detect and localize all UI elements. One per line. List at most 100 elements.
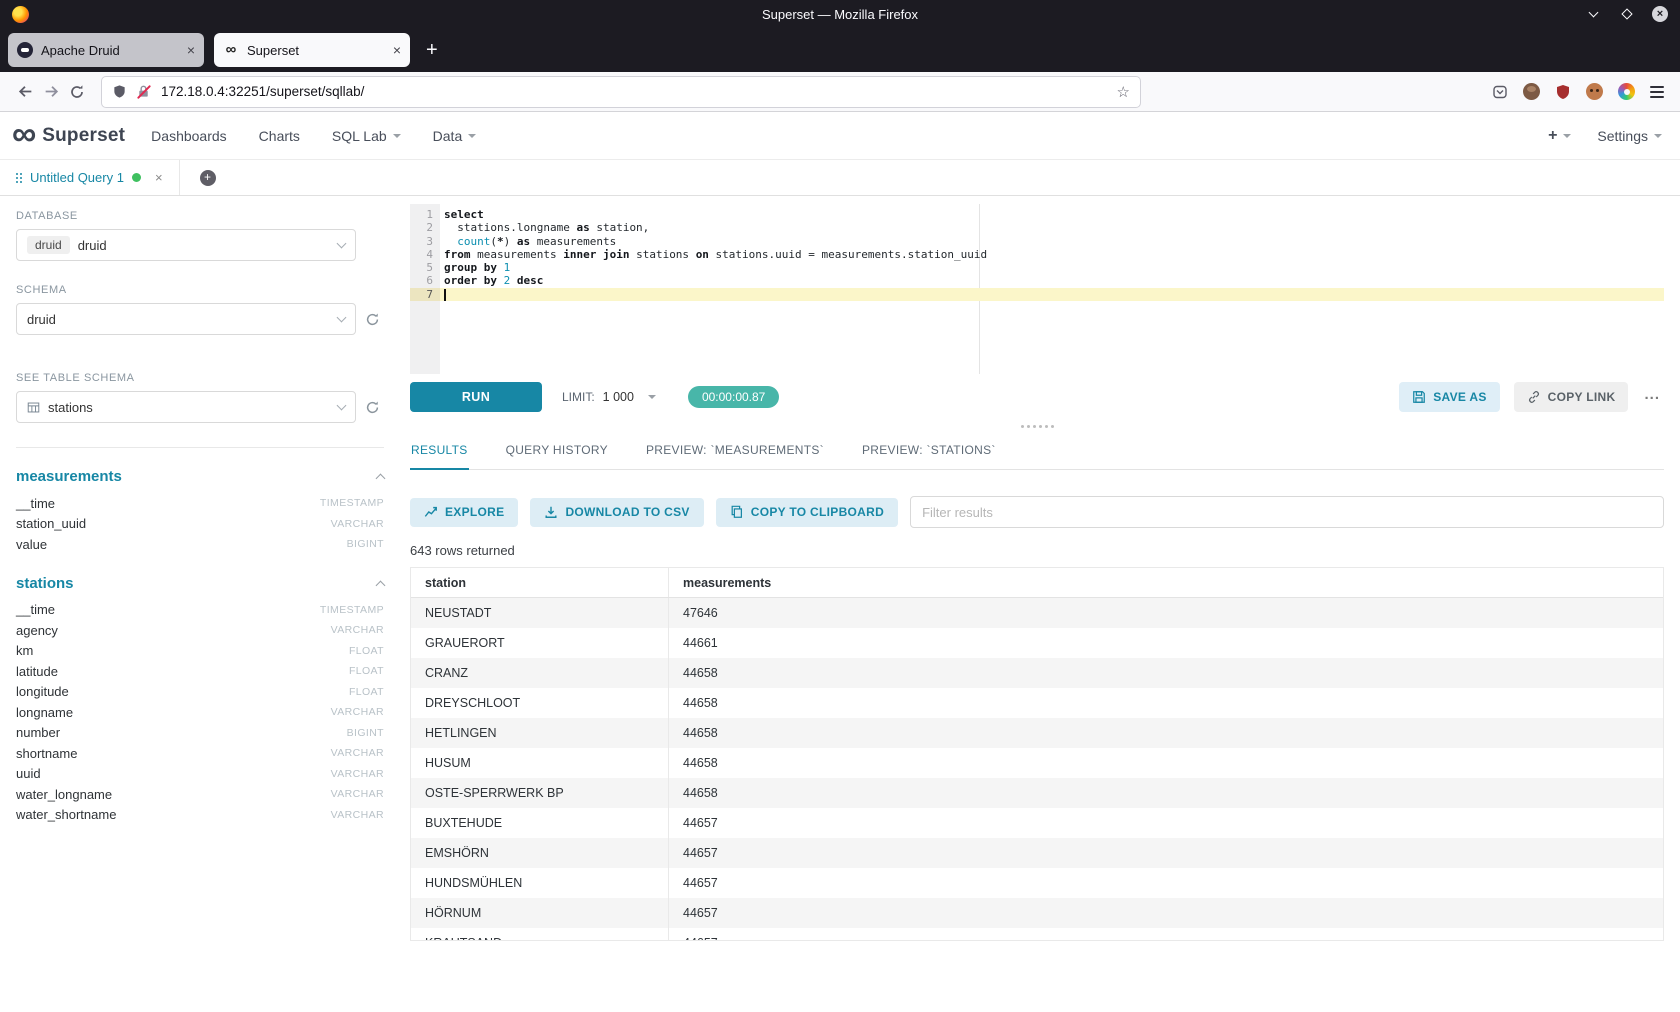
database-select[interactable]: druid druid [16, 229, 356, 261]
table-row[interactable]: EMSHÖRN44657 [411, 838, 1663, 868]
table-row[interactable]: DREYSCHLOOT44658 [411, 688, 1663, 718]
table-row[interactable]: CRANZ44658 [411, 658, 1663, 688]
nav-item-dashboards[interactable]: Dashboards [151, 128, 227, 144]
table-row[interactable]: OSTE-SPERRWERK BP44658 [411, 778, 1663, 808]
column-header-station[interactable]: station [411, 568, 669, 597]
refresh-schemas-icon[interactable] [365, 312, 380, 327]
limit-select[interactable]: 1 000 [603, 390, 656, 404]
insecure-lock-icon[interactable] [136, 84, 152, 100]
code-line[interactable]: order by 2 desc [440, 274, 1664, 287]
pane-divider[interactable] [410, 418, 1664, 434]
sqllab-main: DATABASE druid druid SCHEMA druid SEE TA… [0, 196, 1680, 1012]
superset-logo[interactable]: ∞ Superset [12, 121, 125, 151]
pocket-icon[interactable] [1492, 84, 1508, 100]
table-name[interactable]: measurements [16, 468, 384, 485]
drag-handle-icon[interactable] [16, 173, 22, 183]
cell-measurements: 44658 [669, 666, 1663, 680]
explore-button[interactable]: EXPLORE [410, 498, 518, 527]
reload-button[interactable] [64, 84, 90, 100]
chevron-up-icon[interactable] [376, 474, 386, 484]
code-line[interactable] [440, 288, 1664, 301]
gutter-line-number: 2 [410, 221, 433, 234]
code-token: station, [590, 221, 650, 234]
code-line[interactable]: group by 1 [440, 261, 1664, 274]
table-row[interactable]: HUNDSMÜHLEN44657 [411, 868, 1663, 898]
extension-icon[interactable] [1586, 83, 1603, 100]
table-name-label: stations [16, 575, 74, 592]
sidebar-divider [16, 447, 384, 448]
settings-menu[interactable]: Settings [1597, 128, 1662, 144]
nav-item-data[interactable]: Data [433, 128, 477, 144]
save-as-button[interactable]: SAVE AS [1399, 382, 1499, 412]
run-button[interactable]: RUN [410, 382, 542, 412]
window-restore-icon[interactable] [1618, 5, 1636, 23]
code-token: inner join [563, 248, 629, 261]
results-actions: EXPLORE DOWNLOAD TO CSV COPY TO CLIPBOARD [410, 498, 898, 527]
column-row: water_shortnameVARCHAR [16, 805, 384, 826]
column-header-measurements[interactable]: measurements [669, 576, 1663, 590]
tab-close-icon[interactable]: × [187, 42, 195, 58]
copy-to-clipboard-button[interactable]: COPY TO CLIPBOARD [716, 498, 898, 527]
table-row[interactable]: HUSUM44658 [411, 748, 1663, 778]
window-menu-icon[interactable] [1584, 5, 1602, 23]
download-to-csv-button[interactable]: DOWNLOAD TO CSV [530, 498, 703, 527]
table-row[interactable]: KRAUTSAND44657 [411, 928, 1663, 941]
gutter-line-number: 6 [410, 274, 433, 287]
url-bar[interactable]: 172.18.0.4:32251/superset/sqllab/ ☆ [102, 77, 1140, 107]
query-tab[interactable]: Untitled Query 1 × [0, 160, 180, 195]
query-tab-strip: Untitled Query 1 × + [0, 160, 1680, 196]
refresh-tables-icon[interactable] [365, 400, 380, 415]
nav-item-charts[interactable]: Charts [259, 128, 300, 144]
cell-measurements: 44657 [669, 936, 1663, 941]
url-text[interactable]: 172.18.0.4:32251/superset/sqllab/ [161, 84, 364, 99]
nav-item-sql-lab[interactable]: SQL Lab [332, 128, 401, 144]
cell-measurements: 44657 [669, 846, 1663, 860]
ublock-shield-icon[interactable] [1555, 84, 1571, 100]
browser-tab-apache-druid[interactable]: Apache Druid × [8, 33, 204, 67]
window-close-icon[interactable]: × [1652, 6, 1668, 22]
editor-code[interactable]: select stations.longname as station, cou… [440, 204, 1664, 374]
add-query-tab-button[interactable]: + [200, 170, 216, 186]
caret-down-icon [468, 134, 476, 138]
database-label: DATABASE [16, 210, 384, 222]
schema-select[interactable]: druid [16, 303, 356, 335]
add-new-menu[interactable]: + [1548, 127, 1571, 145]
results-tab-preview-stations[interactable]: PREVIEW: `STATIONS` [861, 434, 997, 469]
schema-tables: measurements__timeTIMESTAMPstation_uuidV… [16, 468, 384, 825]
back-button[interactable] [12, 83, 38, 100]
table-row[interactable]: NEUSTADT47646 [411, 598, 1663, 628]
browser-tab-superset[interactable]: ∞ Superset × [214, 33, 410, 67]
menu-icon[interactable] [1650, 86, 1664, 98]
bookmark-star-icon[interactable]: ☆ [1117, 83, 1130, 101]
new-tab-button[interactable]: + [420, 39, 444, 62]
table-row[interactable]: BUXTEHUDE44657 [411, 808, 1663, 838]
results-tab-results[interactable]: RESULTS [410, 434, 469, 470]
chevron-up-icon[interactable] [376, 580, 386, 590]
action-label: EXPLORE [445, 505, 504, 519]
table-name[interactable]: stations [16, 575, 384, 592]
shield-icon[interactable] [112, 84, 127, 99]
results-tab-preview-measurements[interactable]: PREVIEW: `MEASUREMENTS` [645, 434, 825, 469]
account-avatar-icon[interactable] [1523, 83, 1540, 100]
results-tab-query-history[interactable]: QUERY HISTORY [505, 434, 609, 469]
code-token: desc [517, 274, 544, 287]
copy-link-button[interactable]: COPY LINK [1514, 382, 1629, 412]
table-value: stations [48, 400, 93, 415]
table-select[interactable]: stations [16, 391, 356, 423]
pinwheel-extension-icon[interactable] [1618, 83, 1635, 100]
filter-results-input[interactable] [910, 496, 1664, 528]
code-line[interactable]: count(*) as measurements [440, 235, 1664, 248]
table-row[interactable]: GRAUERORT44661 [411, 628, 1663, 658]
action-label: DOWNLOAD TO CSV [565, 505, 689, 519]
table-row[interactable]: HETLINGEN44658 [411, 718, 1663, 748]
code-line[interactable]: from measurements inner join stations on… [440, 248, 1664, 261]
query-tab-close-icon[interactable]: × [155, 170, 163, 185]
forward-button[interactable] [38, 83, 64, 100]
sql-editor[interactable]: 1234567 select stations.longname as stat… [410, 204, 1664, 374]
table-row[interactable]: HÖRNUM44657 [411, 898, 1663, 928]
code-token: measurements [530, 235, 616, 248]
code-line[interactable]: select [440, 208, 1664, 221]
tab-close-icon[interactable]: × [393, 42, 401, 58]
more-options-button[interactable]: ... [1640, 386, 1664, 409]
code-line[interactable]: stations.longname as station, [440, 221, 1664, 234]
